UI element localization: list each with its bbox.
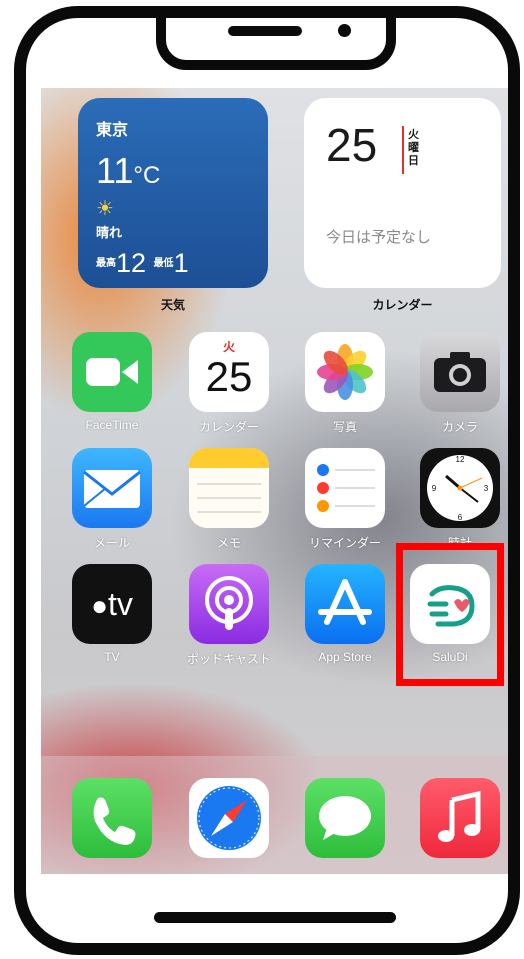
camera-icon bbox=[420, 332, 500, 412]
app-calendar[interactable]: 火 25 カレンダー bbox=[184, 332, 274, 435]
weather-condition: 晴れ bbox=[96, 226, 123, 241]
app-label: メール bbox=[93, 536, 130, 550]
dock-safari[interactable] bbox=[184, 778, 274, 858]
calendar-widget-weekday: 火 曜 日 bbox=[408, 128, 419, 167]
calendar-widget[interactable]: 25 火 曜 日 今日は予定なし bbox=[304, 98, 501, 288]
apple-logo-icon: ● bbox=[91, 590, 109, 621]
phone-icon bbox=[72, 778, 152, 858]
notes-icon bbox=[189, 448, 269, 528]
svg-text:9: 9 bbox=[432, 484, 437, 493]
calendar-widget-divider bbox=[402, 126, 404, 174]
app-store-icon bbox=[305, 564, 385, 644]
photos-icon bbox=[305, 332, 385, 412]
app-label: 写真 bbox=[332, 420, 357, 434]
app-podcasts[interactable]: ポッドキャスト bbox=[184, 564, 274, 667]
calendar-widget-day: 25 bbox=[326, 119, 378, 171]
app-tv[interactable]: ●tv TV bbox=[67, 564, 157, 664]
mail-icon bbox=[72, 448, 152, 528]
app-label: FaceTime bbox=[85, 418, 139, 432]
app-label: TV bbox=[104, 650, 120, 664]
app-label: カレンダー bbox=[198, 420, 259, 434]
weather-city: 東京 bbox=[96, 120, 129, 139]
app-label: カメラ bbox=[441, 420, 478, 434]
calendar-widget-events: 今日は予定なし bbox=[326, 228, 432, 246]
app-label: メモ bbox=[216, 536, 241, 550]
highlight-box bbox=[396, 543, 504, 686]
weather-high-low: 最高12 最低1 bbox=[96, 248, 189, 278]
app-facetime[interactable]: FaceTime bbox=[67, 332, 157, 432]
dock-music[interactable] bbox=[415, 778, 505, 858]
app-label: ポッドキャスト bbox=[186, 652, 271, 666]
calendar-icon: 火 25 bbox=[189, 332, 269, 412]
app-mail[interactable]: メール bbox=[67, 448, 157, 551]
app-photos[interactable]: 写真 bbox=[300, 332, 390, 435]
app-label: リマインダー bbox=[308, 536, 381, 550]
svg-text:12: 12 bbox=[456, 455, 465, 464]
home-screen: 東京 11°C ☀ 晴れ 最高12 最低1 天気 25 火 曜 日 今日は予定な… bbox=[41, 88, 508, 874]
clock-icon: 12 3 6 9 bbox=[420, 448, 500, 528]
app-clock[interactable]: 12 3 6 9 時計 bbox=[415, 448, 505, 551]
app-app-store[interactable]: App Store bbox=[300, 564, 390, 664]
app-reminders[interactable]: リマインダー bbox=[300, 448, 390, 551]
tv-icon: ●tv bbox=[72, 564, 152, 644]
safari-icon bbox=[189, 778, 269, 858]
weather-widget[interactable]: 東京 11°C ☀ 晴れ 最高12 最低1 bbox=[78, 98, 268, 288]
speaker-grille bbox=[228, 26, 302, 36]
notch bbox=[156, 18, 396, 70]
dock-messages[interactable] bbox=[300, 778, 390, 858]
music-icon bbox=[420, 778, 500, 858]
home-indicator[interactable] bbox=[154, 912, 396, 923]
app-camera[interactable]: カメラ bbox=[415, 332, 505, 435]
app-label: App Store bbox=[318, 650, 372, 664]
reminders-icon bbox=[305, 448, 385, 528]
front-camera bbox=[338, 24, 351, 37]
calendar-widget-label: カレンダー bbox=[372, 298, 433, 312]
weather-widget-label: 天気 bbox=[160, 298, 185, 312]
sun-icon: ☀ bbox=[96, 196, 114, 220]
svg-text:6: 6 bbox=[458, 513, 463, 522]
app-notes[interactable]: メモ bbox=[184, 448, 274, 551]
podcasts-icon bbox=[189, 564, 269, 644]
svg-text:3: 3 bbox=[484, 484, 489, 493]
dock-phone[interactable] bbox=[67, 778, 157, 858]
messages-icon bbox=[305, 778, 385, 858]
phone-frame: 東京 11°C ☀ 晴れ 最高12 最低1 天気 25 火 曜 日 今日は予定な… bbox=[14, 6, 520, 955]
weather-temperature: 11°C bbox=[96, 150, 161, 191]
facetime-icon bbox=[72, 332, 152, 412]
